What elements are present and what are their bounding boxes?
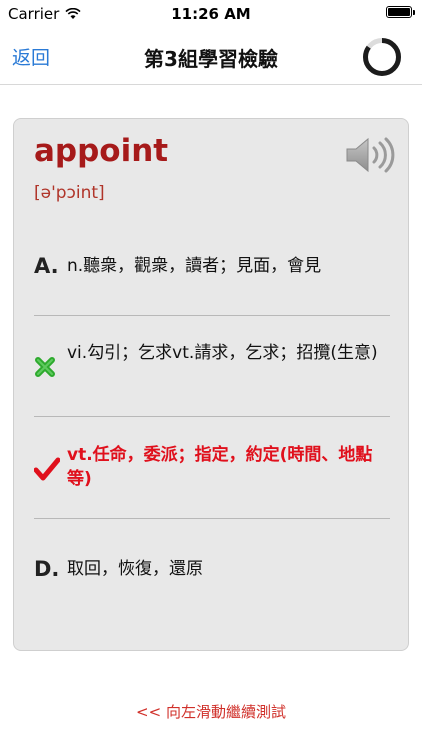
nav-bar: 返回 第3組學習檢驗 — [0, 28, 422, 85]
checkmark-icon — [34, 457, 60, 481]
option-a-marker: A. — [34, 246, 66, 286]
vocab-word: appoint — [34, 133, 169, 169]
option-d-text: 取回，恢復，還原 — [67, 559, 203, 579]
option-b-text: vi.勾引；乞求vt.請求，乞求；招攬(生意) — [67, 343, 378, 363]
option-letter: D. — [34, 557, 60, 581]
word-card: appoint [ə'pɔint] A. n.聽衆，觀衆，讀者；見面，會見 vi… — [13, 118, 409, 651]
progress-ring-icon — [363, 38, 401, 76]
divider — [34, 518, 390, 519]
option-d[interactable]: D. 取回，恢復，還原 — [34, 549, 390, 589]
battery-icon — [386, 6, 415, 18]
phonetic-transcription: [ə'pɔint] — [34, 183, 105, 203]
page-title: 第3組學習檢驗 — [144, 47, 278, 71]
divider — [34, 315, 390, 316]
status-bar: Carrier 11:26 AM — [0, 0, 422, 28]
status-time: 11:26 AM — [171, 5, 251, 23]
swipe-hint-link[interactable]: << 向左滑動繼續測試 — [0, 701, 422, 722]
option-c-marker — [34, 449, 66, 489]
option-c[interactable]: vt.任命，委派；指定，約定(時間、地點等) — [34, 443, 390, 493]
option-a-text: n.聽衆，觀衆，讀者；見面，會見 — [67, 256, 322, 276]
speaker-icon[interactable] — [344, 135, 396, 175]
divider — [34, 416, 390, 417]
option-b[interactable]: vi.勾引；乞求vt.請求，乞求；招攬(生意) — [34, 341, 390, 391]
option-b-marker — [34, 347, 66, 387]
option-c-text: vt.任命，委派；指定，約定(時間、地點等) — [67, 445, 373, 489]
wrong-cross-icon — [35, 357, 55, 377]
option-d-marker: D. — [34, 549, 66, 589]
option-a[interactable]: A. n.聽衆，觀衆，讀者；見面，會見 — [34, 246, 390, 286]
option-letter: A. — [34, 254, 59, 278]
